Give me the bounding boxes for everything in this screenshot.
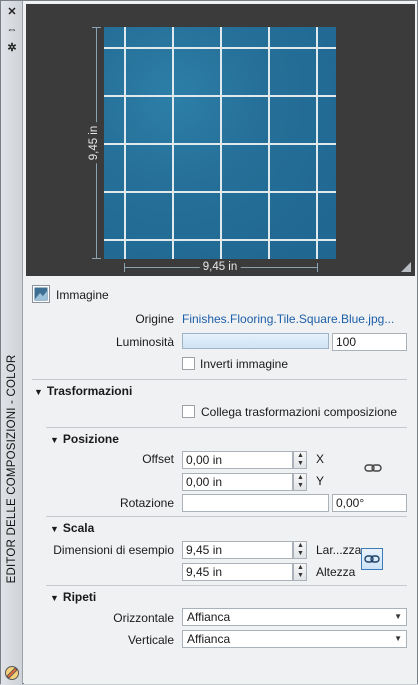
chevron-down-icon: ▼	[394, 612, 402, 621]
collapse-triangle-icon: ▼	[50, 435, 59, 445]
auto-hide-icon[interactable]: ⇔	[5, 23, 19, 37]
material-preview: 9,45 in 9,45 in	[26, 4, 415, 276]
rotation-slider[interactable]	[182, 494, 329, 512]
divider	[46, 585, 407, 586]
rotation-label: Rotazione	[119, 496, 174, 510]
lock-aspect-button[interactable]	[361, 548, 383, 570]
repeat-title: Ripeti	[62, 590, 97, 604]
divider	[46, 516, 407, 517]
offset-x-spinner[interactable]: ▲ ▼	[293, 451, 307, 469]
chain-link-icon[interactable]	[364, 462, 382, 474]
position-header[interactable]: ▼ Posizione	[50, 432, 119, 446]
invert-image-checkbox[interactable]	[182, 357, 195, 370]
horizontal-repeat-value: Affianca	[187, 610, 231, 624]
horizontal-repeat-select[interactable]: Affianca ▼	[182, 608, 407, 626]
scale-header[interactable]: ▼ Scala	[50, 521, 94, 535]
image-thumbnail-icon[interactable]	[32, 285, 50, 303]
palette-content: 9,45 in 9,45 in Immagine Origine Finishe…	[24, 2, 417, 684]
offset-label: Offset	[142, 452, 174, 466]
image-section-title: Immagine	[56, 288, 109, 302]
brightness-label: Luminosità	[115, 335, 174, 349]
offset-x-axis-label: X	[316, 452, 325, 466]
material-icon	[5, 666, 19, 680]
brightness-slider[interactable]	[182, 333, 329, 349]
chain-link-icon	[364, 555, 380, 563]
transformations-header[interactable]: ▼ Trasformazioni	[34, 384, 132, 398]
link-transforms-label: Collega trasformazioni composizione	[201, 405, 398, 419]
rotation-field[interactable]: 0,00°	[332, 494, 407, 512]
repeat-header[interactable]: ▼ Ripeti	[50, 590, 96, 604]
divider	[46, 427, 407, 428]
scale-height-label: Altezza	[316, 565, 356, 579]
transformations-title: Trasformazioni	[46, 384, 133, 398]
collapse-triangle-icon: ▼	[34, 387, 43, 397]
material-editor-palette: ✕ ⇔ ✲ EDITOR DELLE COMPOSIZIONI - COLOR	[0, 0, 418, 685]
resize-grip-icon[interactable]	[401, 262, 411, 272]
collapse-triangle-icon: ▼	[50, 524, 59, 534]
invert-image-label: Inverti immagine	[200, 357, 289, 371]
scale-title: Scala	[62, 521, 95, 535]
offset-y-axis-label: Y	[316, 474, 325, 488]
collapse-triangle-icon: ▼	[50, 593, 59, 603]
position-title: Posizione	[62, 432, 119, 446]
palette-titlebar[interactable]: ✕ ⇔ ✲ EDITOR DELLE COMPOSIZIONI - COLOR	[1, 1, 23, 685]
brightness-field[interactable]: 100	[332, 333, 407, 351]
properties-icon[interactable]: ✲	[5, 41, 19, 55]
chevron-down-icon: ▼	[394, 634, 402, 643]
palette-title: EDITOR DELLE COMPOSIZIONI - COLOR	[6, 354, 18, 584]
scale-width-spinner[interactable]: ▲ ▼	[293, 541, 307, 559]
scale-width-label: Lar...zza	[316, 543, 362, 557]
offset-x-field[interactable]: 0,00 in	[182, 451, 293, 469]
vertical-repeat-value: Affianca	[187, 632, 231, 646]
horizontal-repeat-label: Orizzontale	[113, 611, 174, 625]
vertical-repeat-label: Verticale	[127, 633, 174, 647]
close-icon[interactable]: ✕	[5, 5, 19, 19]
width-dimension-label: 9,45 in	[199, 261, 241, 273]
scale-height-field[interactable]: 9,45 in	[182, 563, 293, 581]
height-dimension-label: 9,45 in	[88, 122, 100, 164]
offset-y-spinner[interactable]: ▲ ▼	[293, 473, 307, 491]
vertical-repeat-select[interactable]: Affianca ▼	[182, 630, 407, 648]
divider	[32, 379, 407, 380]
origin-file-link[interactable]: Finishes.Flooring.Tile.Square.Blue.jpg..…	[182, 312, 394, 326]
origin-label: Origine	[135, 312, 174, 326]
link-transforms-checkbox[interactable]	[182, 405, 195, 418]
offset-y-field[interactable]: 0,00 in	[182, 473, 293, 491]
scale-height-spinner[interactable]: ▲ ▼	[293, 563, 307, 581]
scale-width-field[interactable]: 9,45 in	[182, 541, 293, 559]
sample-size-label: Dimensioni di esempio	[53, 543, 174, 557]
tile-swatch	[104, 27, 336, 259]
